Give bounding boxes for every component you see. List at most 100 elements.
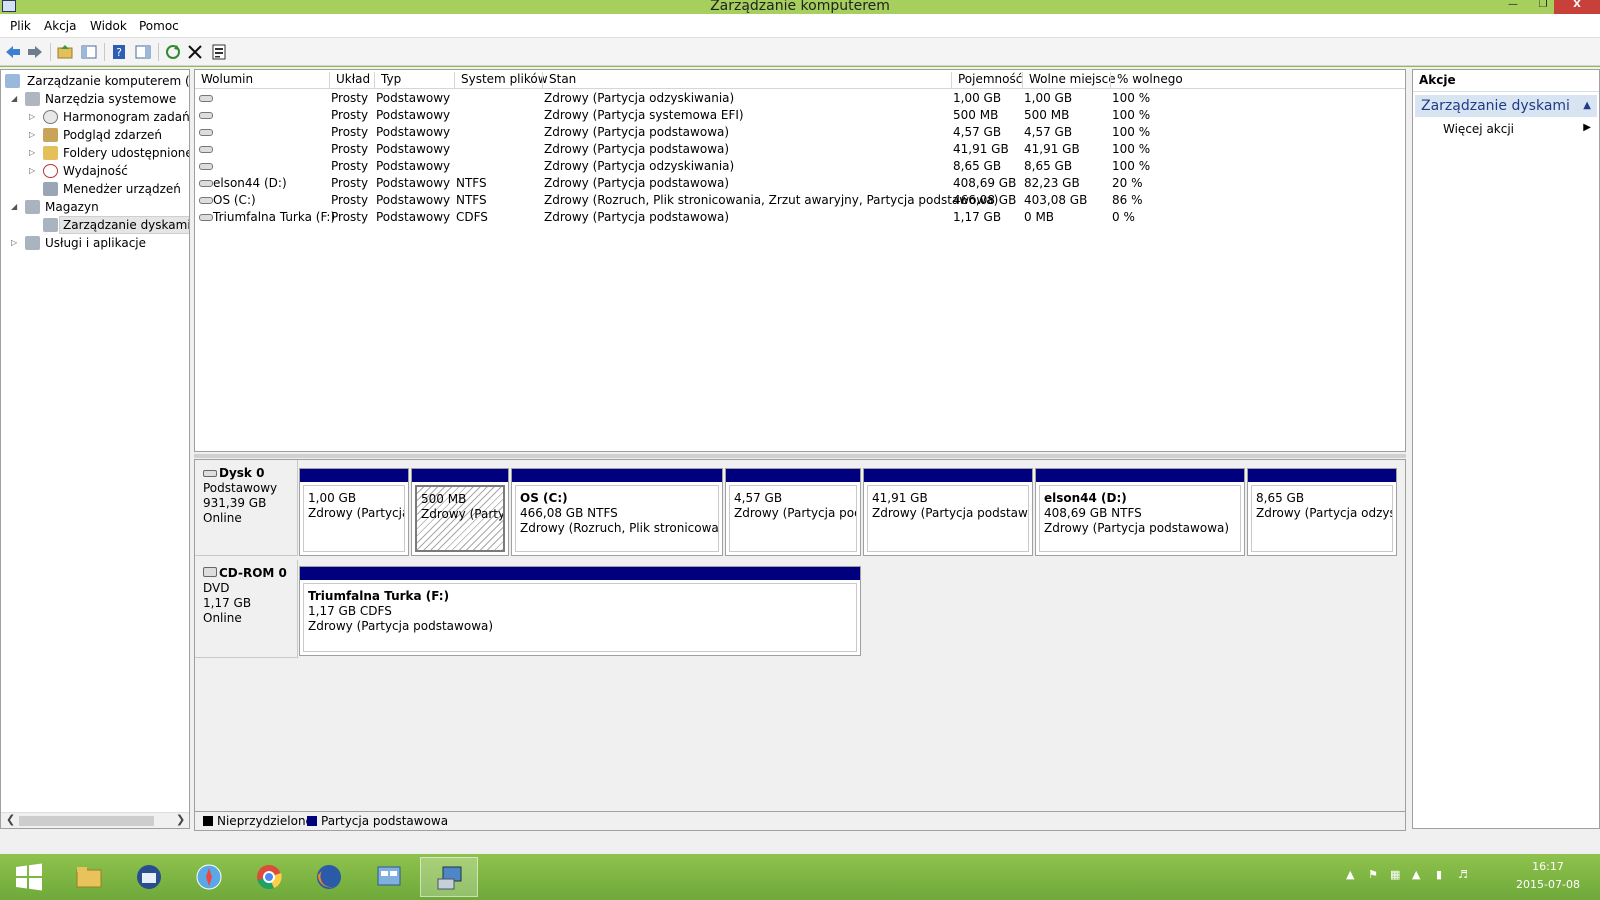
partition-body: 8,65 GB Zdrowy (Partycja odzyskiv bbox=[1251, 485, 1393, 552]
actions-section-disk-management[interactable]: Zarządzanie dyskami ▲ bbox=[1415, 95, 1597, 117]
table-cell: CDFS bbox=[456, 210, 488, 224]
table-cell: Podstawowy bbox=[376, 176, 451, 190]
event-viewer-icon bbox=[43, 128, 58, 142]
partition-41-91gb[interactable]: 41,91 GB Zdrowy (Partycja podstawowa bbox=[863, 468, 1033, 556]
collapsed-arrow-icon[interactable]: ▷ bbox=[29, 162, 39, 180]
partition-body: 1,00 GB Zdrowy (Partycja c bbox=[303, 485, 405, 552]
table-cell: 1,00 GB bbox=[953, 91, 1002, 105]
scroll-right-arrow-icon[interactable]: ❯ bbox=[176, 813, 185, 826]
expanded-arrow-icon[interactable]: ◢ bbox=[11, 90, 21, 108]
menu-pomoc[interactable]: Pomoc bbox=[139, 19, 179, 33]
partition-recovery-2[interactable]: 8,65 GB Zdrowy (Partycja odzyskiv bbox=[1247, 468, 1397, 556]
clock-time: 16:17 bbox=[1532, 860, 1564, 873]
table-cell: Zdrowy (Partycja odzyskiwania) bbox=[544, 159, 735, 173]
menu-widok[interactable]: Widok bbox=[90, 19, 127, 33]
show-hide-tree-icon[interactable] bbox=[80, 43, 98, 61]
table-row[interactable]: Prosty Podstawowy Zdrowy (Partycja odzyski… bbox=[195, 158, 1405, 175]
table-cell: Zdrowy (Rozruch, Plik stronicowania, Zrz… bbox=[544, 193, 999, 207]
thunderbird-button[interactable] bbox=[120, 857, 178, 897]
column-free-space[interactable]: Wolne miejsce bbox=[1022, 72, 1116, 89]
firefox-button[interactable] bbox=[300, 857, 358, 897]
control-panel-button[interactable] bbox=[360, 857, 418, 897]
table-row[interactable]: Prosty Podstawowy Zdrowy (Partycja podstaw… bbox=[195, 124, 1405, 141]
partition-recovery-1[interactable]: 1,00 GB Zdrowy (Partycja c bbox=[299, 468, 409, 556]
collapsed-arrow-icon[interactable]: ▷ bbox=[29, 108, 39, 126]
collapsed-arrow-icon[interactable]: ▷ bbox=[11, 234, 21, 252]
table-row[interactable]: Prosty Podstawowy Zdrowy (Partycja odzyski… bbox=[195, 90, 1405, 107]
column-capacity[interactable]: Pojemność bbox=[951, 72, 1022, 89]
table-row[interactable]: Prosty Podstawowy Zdrowy (Partycja systemo… bbox=[195, 107, 1405, 124]
partition-body: OS (C:) 466,08 GB NTFS Zdrowy (Rozruch, … bbox=[515, 485, 719, 552]
table-cell: Zdrowy (Partycja podstawowa) bbox=[544, 176, 730, 190]
windows-logo-icon bbox=[16, 863, 42, 891]
show-hide-action-pane-icon[interactable] bbox=[134, 43, 152, 61]
partition-triumfalna-turka-f[interactable]: Triumfalna Turka (F:) 1,17 GB CDFS Zdrow… bbox=[299, 566, 861, 656]
legend-primary-label: Partycja podstawowa bbox=[321, 814, 449, 828]
clock[interactable]: 16:17 2015-07-08 bbox=[1508, 858, 1588, 894]
table-cell: 82,23 GB bbox=[1024, 176, 1080, 190]
partition-efi[interactable]: 500 MB Zdrowy (Partycja bbox=[411, 468, 509, 556]
collapse-up-icon[interactable]: ▲ bbox=[1583, 95, 1591, 117]
column-type[interactable]: Typ bbox=[374, 72, 401, 89]
more-actions-item[interactable]: Więcej akcji bbox=[1443, 122, 1514, 136]
table-cell: Podstawowy bbox=[376, 142, 451, 156]
table-row[interactable]: Triumfalna Turka (F:) Prosty Podstawowy CDF… bbox=[195, 209, 1405, 226]
safari-button[interactable] bbox=[180, 857, 238, 897]
close-button[interactable]: X bbox=[1554, 0, 1600, 14]
table-row[interactable]: OS (C:) Prosty Podstawowy NTFS Zdrowy (Rozru… bbox=[195, 192, 1405, 209]
delete-icon[interactable] bbox=[186, 43, 204, 61]
partition-os-c[interactable]: OS (C:) 466,08 GB NTFS Zdrowy (Rozruch, … bbox=[511, 468, 723, 556]
computer-icon bbox=[5, 74, 20, 88]
help-icon[interactable]: ? bbox=[110, 43, 128, 61]
cdrom-0-label[interactable]: CD-ROM 0 DVD 1,17 GB Online bbox=[195, 560, 298, 658]
partition-elson44-d[interactable]: elson44 (D:) 408,69 GB NTFS Zdrowy (Part… bbox=[1035, 468, 1245, 556]
expanded-arrow-icon[interactable]: ◢ bbox=[11, 198, 21, 216]
legend-unallocated-label: Nieprzydzielone bbox=[217, 814, 313, 828]
flag-icon[interactable]: ⚑ bbox=[1368, 868, 1378, 881]
up-folder-icon[interactable] bbox=[56, 43, 74, 61]
volume-icon[interactable]: ♬ bbox=[1458, 868, 1468, 881]
partition-4-57gb[interactable]: 4,57 GB Zdrowy (Partycja podst bbox=[725, 468, 861, 556]
column-volume[interactable]: Wolumin bbox=[195, 72, 253, 89]
scroll-left-arrow-icon[interactable]: ❮ bbox=[6, 813, 15, 826]
computer-management-button[interactable] bbox=[420, 857, 478, 897]
thunderbird-icon bbox=[137, 865, 161, 889]
menu-plik[interactable]: Plik bbox=[10, 19, 31, 33]
column-percent-free[interactable]: % wolnego bbox=[1110, 72, 1183, 89]
table-cell: Podstawowy bbox=[376, 159, 451, 173]
tools-icon bbox=[25, 92, 40, 106]
tree-horizontal-scrollbar[interactable]: ❮ ❯ bbox=[1, 812, 189, 828]
table-row[interactable]: Prosty Podstawowy Zdrowy (Partycja podstaw… bbox=[195, 141, 1405, 158]
show-hidden-icons-icon[interactable]: ▲ bbox=[1346, 868, 1354, 881]
table-cell: 86 % bbox=[1112, 193, 1143, 207]
performance-icon bbox=[43, 164, 58, 178]
battery-icon[interactable]: ▮ bbox=[1436, 868, 1442, 881]
menu-akcja[interactable]: Akcja bbox=[44, 19, 76, 33]
table-cell: Podstawowy bbox=[376, 91, 451, 105]
column-file-system[interactable]: System plików bbox=[454, 72, 548, 89]
submenu-arrow-icon[interactable]: ▶ bbox=[1583, 122, 1591, 133]
forward-icon[interactable] bbox=[26, 43, 44, 61]
table-row[interactable]: elson44 (D:) Prosty Podstawowy NTFS Zdrowy (… bbox=[195, 175, 1405, 192]
file-explorer-button[interactable] bbox=[60, 857, 118, 897]
network-signal-icon[interactable]: ▲ bbox=[1412, 868, 1420, 881]
pane-splitter[interactable] bbox=[194, 454, 1406, 458]
collapsed-arrow-icon[interactable]: ▷ bbox=[29, 144, 39, 162]
primary-partition-bar bbox=[726, 469, 860, 482]
volume-icon bbox=[199, 180, 213, 187]
table-cell: Zdrowy (Partycja odzyskiwania) bbox=[544, 91, 735, 105]
start-button[interactable] bbox=[0, 857, 58, 897]
partition-body: 41,91 GB Zdrowy (Partycja podstawowa bbox=[867, 485, 1029, 552]
scrollbar-thumb[interactable] bbox=[19, 816, 154, 826]
table-cell: 4,57 GB bbox=[1024, 125, 1073, 139]
disk-0-label[interactable]: Dysk 0 Podstawowy 931,39 GB Online bbox=[195, 460, 298, 556]
column-layout[interactable]: Układ bbox=[329, 72, 370, 89]
refresh-icon[interactable] bbox=[164, 43, 182, 61]
properties-icon[interactable] bbox=[210, 43, 228, 61]
chrome-button[interactable] bbox=[240, 857, 298, 897]
windows-update-icon[interactable]: ▦ bbox=[1390, 868, 1400, 881]
collapsed-arrow-icon[interactable]: ▷ bbox=[29, 126, 39, 144]
column-status[interactable]: Stan bbox=[542, 72, 576, 89]
minimize-button[interactable]: — bbox=[1498, 0, 1528, 14]
back-icon[interactable] bbox=[4, 43, 22, 61]
